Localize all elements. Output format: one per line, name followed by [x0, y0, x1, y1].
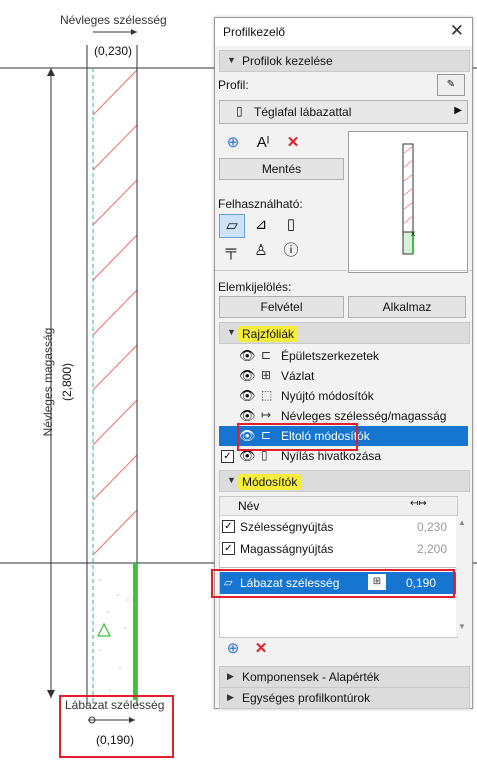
opening-usage-icon[interactable]: ♙: [249, 240, 273, 262]
profile-dropdown-value: Téglafal lábazattal: [254, 105, 352, 119]
expand-triangle-icon: ▼: [227, 475, 236, 485]
scroll-down-icon[interactable]: ▼: [458, 622, 466, 631]
section-profiles-label: Profilok kezelése: [242, 54, 333, 68]
profile-settings-icon[interactable]: ✎: [437, 74, 465, 96]
section-layers[interactable]: ▼ Rajzfóliák: [219, 322, 470, 344]
modifier-name: Szélességnyújtás: [240, 520, 334, 534]
selection-label: Elemkijelölés:: [218, 280, 292, 294]
stretch-layer-icon: ⬚: [261, 388, 273, 402]
add-modifier-icon[interactable]: ⊕: [221, 638, 245, 660]
layer-row[interactable]: 👁 ⊏ Épületszerkezetek: [219, 346, 468, 366]
pick-button[interactable]: Felvétel: [219, 296, 344, 318]
nominal-width-label: Névleges szélesség: [60, 13, 167, 27]
table-divider: [220, 567, 457, 568]
preview-svg: x: [402, 143, 415, 255]
eye-icon[interactable]: 👁: [239, 348, 256, 364]
table-header: Név ↤↦: [220, 497, 457, 516]
section-contours[interactable]: ▶ Egységes profilkontúrok: [219, 687, 470, 709]
layer-label: Névleges szélesség/magasság: [281, 409, 447, 423]
section-components-label: Komponensek - Alapérték: [242, 670, 380, 684]
annotation-box-layer: [237, 423, 358, 451]
table-row[interactable]: ✓ Szélességnyújtás 0,230: [220, 517, 457, 537]
delete-icon[interactable]: ✕: [281, 132, 305, 154]
nominal-height-label: Névleges magasság: [41, 327, 55, 437]
brick-hatch: [93, 69, 137, 556]
divider: [215, 270, 472, 271]
section-layers-label: Rajzfóliák: [238, 326, 299, 342]
expand-triangle-icon: ▼: [227, 327, 236, 337]
save-button[interactable]: Mentés: [219, 158, 344, 180]
layer-label: Nyílás hivatkozása: [281, 449, 382, 463]
beam-usage-icon[interactable]: ⊿: [249, 214, 273, 236]
sketch-layer-icon: ⊞: [261, 368, 272, 382]
wall-profile-icon: ▯: [236, 104, 243, 118]
profile-preview: x: [348, 131, 468, 273]
table-scrollbar[interactable]: ▲ ▼: [456, 516, 468, 636]
annotation-box-modifier: [211, 569, 455, 598]
close-icon[interactable]: ✕: [450, 21, 464, 41]
modifiers-table: Név ↤↦ ✓ Szélességnyújtás 0,230 ✓ Magass…: [219, 496, 458, 638]
width-column-icon: ↤↦: [410, 498, 427, 509]
column-name-header: Név: [238, 499, 260, 513]
dimension-layer-icon: ↦: [261, 408, 272, 422]
section-profiles[interactable]: ▼ Profilok kezelése: [219, 50, 470, 72]
wall-usage-icon[interactable]: ▱: [219, 214, 245, 238]
nominal-width-value: (0,230): [94, 44, 133, 58]
new-profile-icon[interactable]: ⊕: [221, 132, 245, 154]
layer-row[interactable]: 👁 ⬚ Nyújtó módosítók: [219, 386, 468, 406]
info-icon[interactable]: ⓘ: [279, 240, 303, 262]
modifier-value: 2,200: [416, 542, 447, 556]
section-contours-label: Egységes profilkontúrok: [242, 691, 371, 705]
layer-label: Épületszerkezetek: [281, 349, 380, 363]
profile-dropdown[interactable]: ▯ Téglafal lábazattal ▶: [219, 100, 468, 124]
modifier-value: 0,230: [416, 520, 447, 534]
table-row[interactable]: ✓ Magasságnyújtás 2,200: [220, 539, 457, 559]
profile-manager-panel: Profilkezelő ✕ ▼ Profilok kezelése Profi…: [211, 17, 473, 709]
panel-titlebar: Profilkezelő ✕: [215, 18, 472, 46]
scroll-up-icon[interactable]: ▲: [458, 518, 466, 527]
section-modifiers-label: Módosítók: [238, 474, 302, 490]
section-components[interactable]: ▶ Komponensek - Alapérték: [219, 666, 470, 688]
section-modifiers[interactable]: ▼ Módosítók: [219, 470, 470, 492]
layer-row[interactable]: 👁 ⊞ Vázlat: [219, 366, 468, 386]
eye-icon[interactable]: 👁: [239, 368, 256, 384]
column-usage-icon[interactable]: ▯: [279, 214, 303, 236]
layer-label: Vázlat: [281, 369, 315, 383]
row-checkbox[interactable]: ✓: [222, 542, 235, 555]
expand-right-icon: ▶: [227, 671, 234, 681]
row-checkbox[interactable]: ✓: [222, 520, 235, 533]
rename-icon[interactable]: Aᴵ: [251, 132, 275, 154]
panel-title: Profilkezelő: [223, 25, 286, 39]
railing-usage-icon[interactable]: ╤: [219, 240, 243, 262]
eye-icon[interactable]: 👁: [239, 408, 256, 424]
svg-text:x: x: [411, 229, 415, 238]
apply-button[interactable]: Alkalmaz: [348, 296, 466, 318]
nominal-height-value: (2,800): [60, 362, 74, 402]
layer-label: Nyújtó módosítók: [281, 389, 374, 403]
structure-layer-icon: ⊏: [261, 348, 272, 362]
expand-right-icon: ▶: [227, 692, 234, 702]
profile-label: Profil:: [218, 78, 249, 92]
annotation-box-footing: [59, 695, 174, 758]
delete-modifier-icon[interactable]: ✕: [249, 638, 273, 660]
chevron-right-icon: ▶: [454, 105, 462, 116]
modifier-name: Magasságnyújtás: [240, 542, 334, 556]
eye-icon[interactable]: 👁: [239, 388, 256, 404]
layer-checkbox[interactable]: ✓: [221, 450, 234, 463]
usable-label: Felhasználható:: [218, 197, 303, 211]
expand-triangle-icon: ▼: [227, 55, 236, 65]
